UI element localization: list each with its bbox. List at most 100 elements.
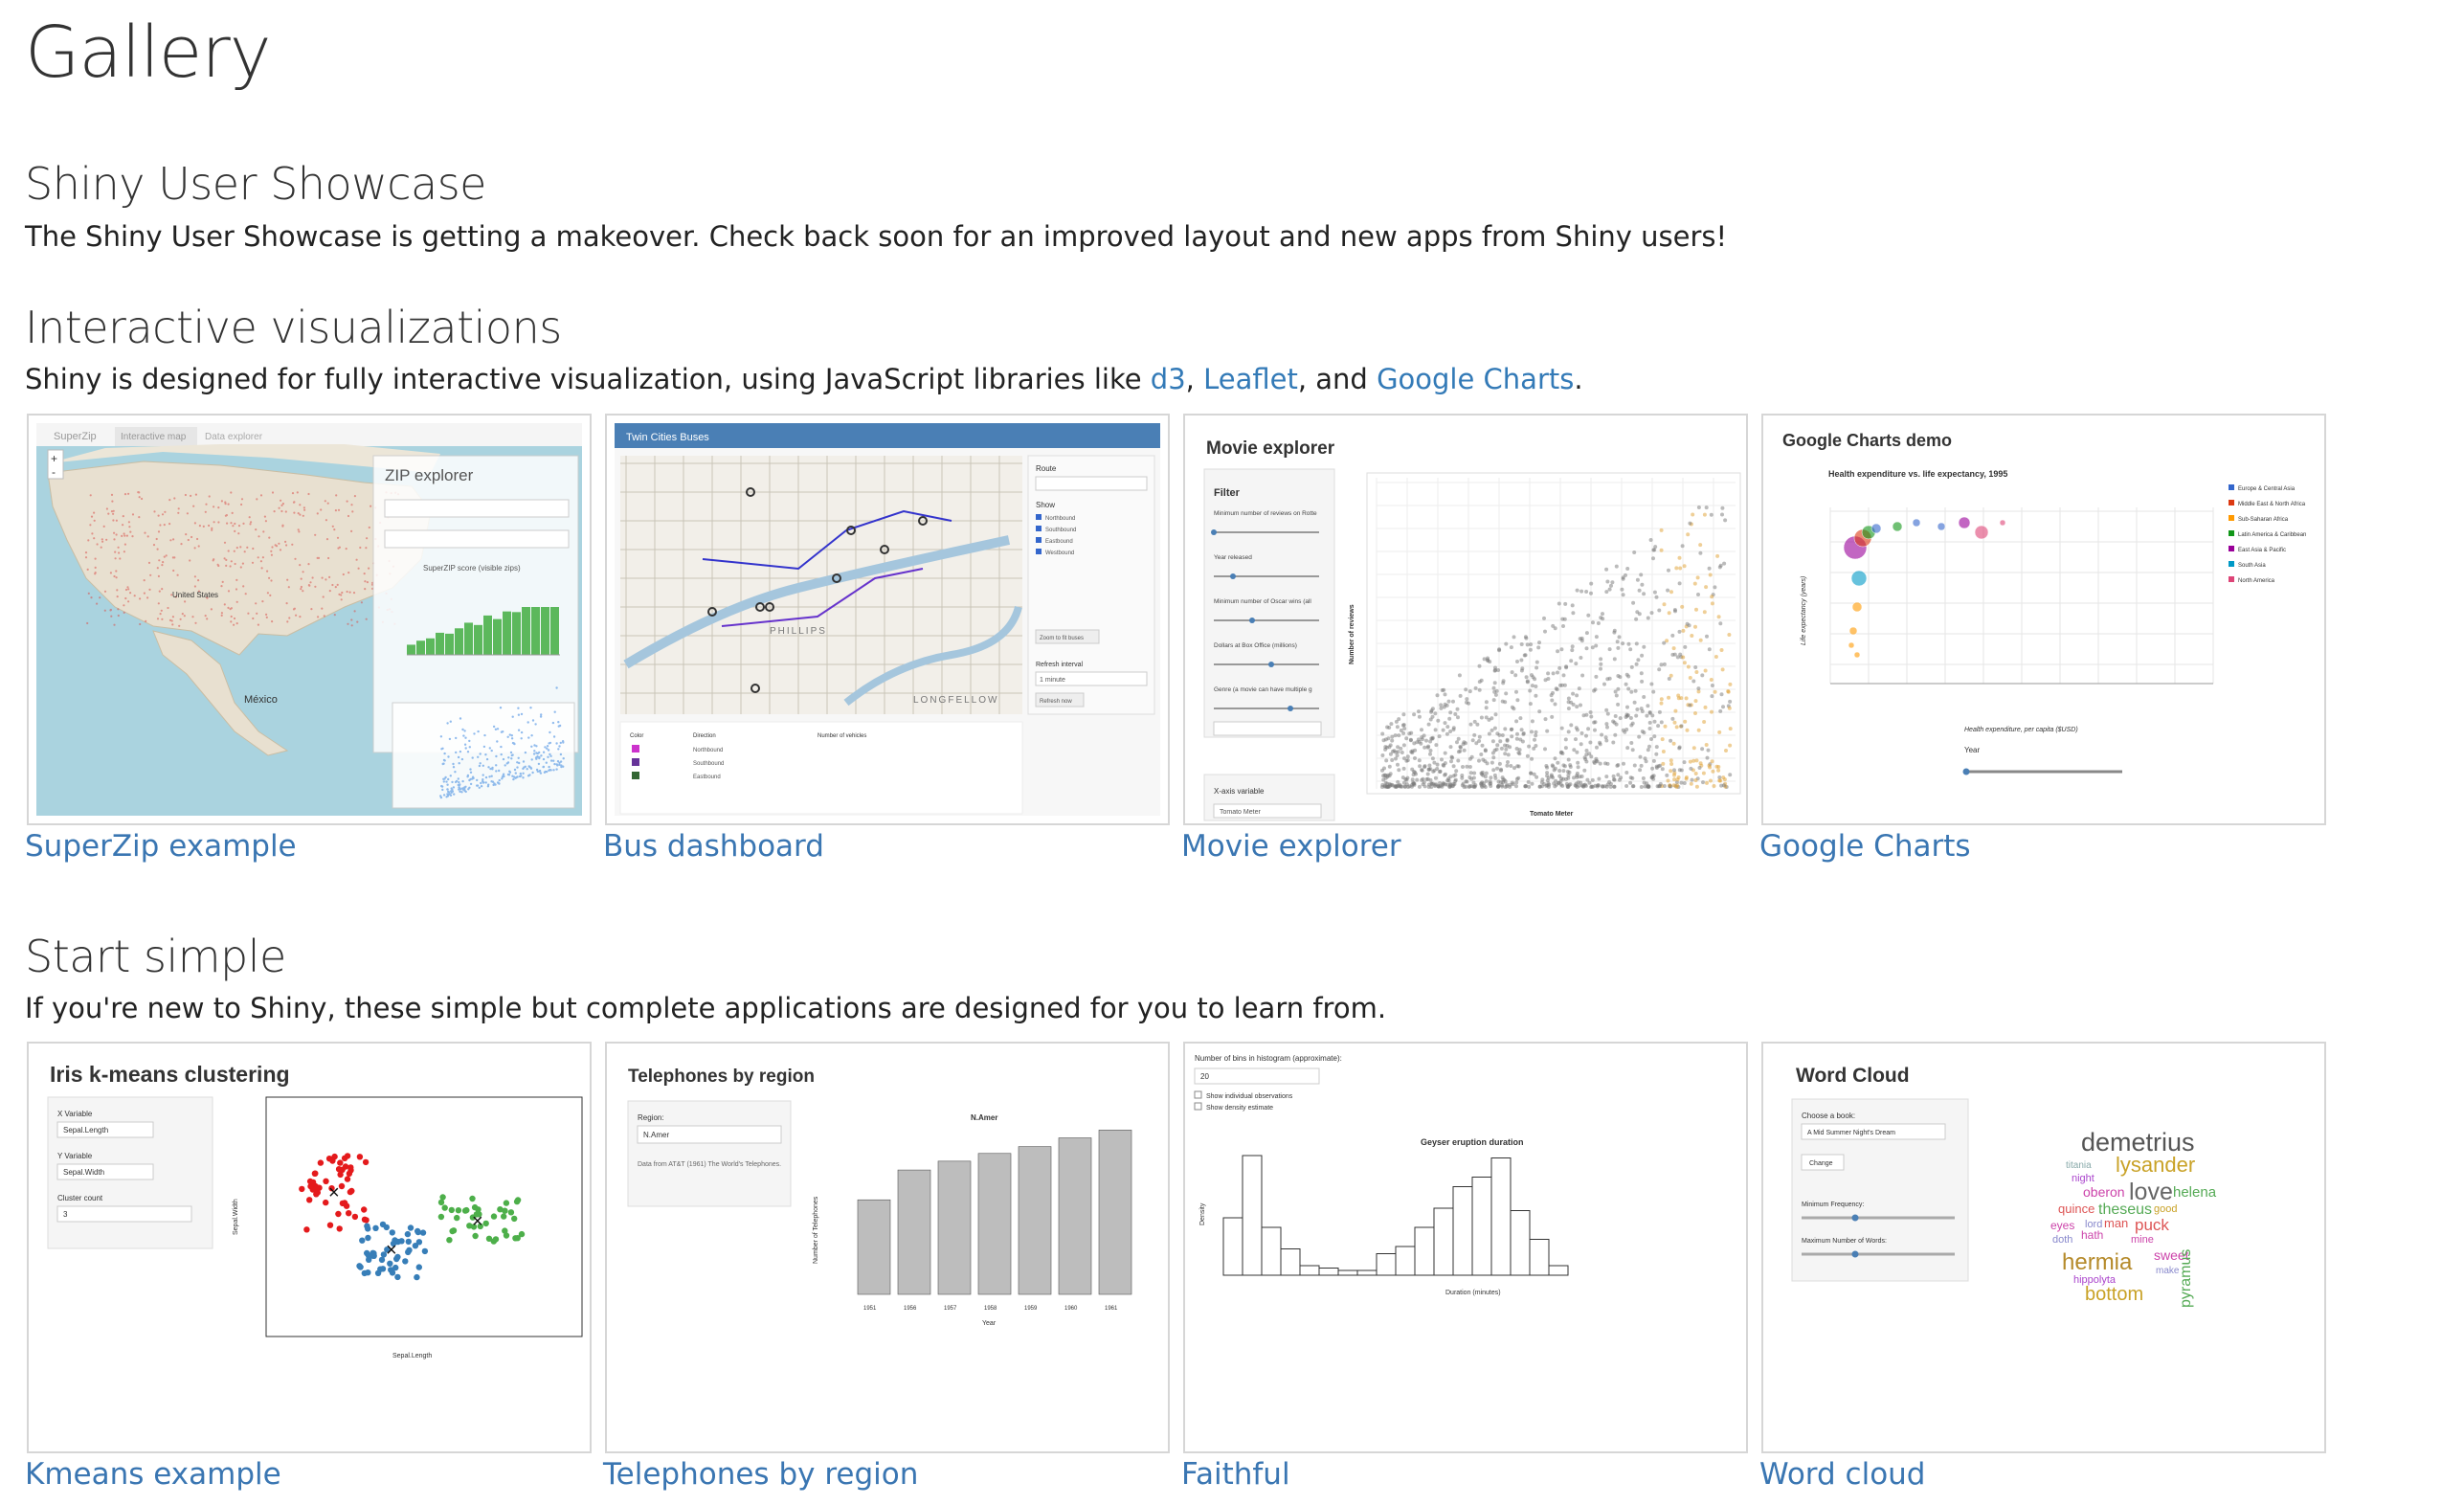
phones-year-label: 1957 <box>944 1306 957 1312</box>
kmeans-y-axis: Sepal.Width <box>233 1199 239 1235</box>
kmeans-thumbnail[interactable]: Iris k-means clustering X Variable Sepal… <box>27 1042 592 1453</box>
svg-text:-: - <box>52 465 56 479</box>
page-title: Gallery <box>25 11 272 94</box>
movie-explorer-thumbnail[interactable]: Movie explorer Filter Minimum number of … <box>1183 414 1748 825</box>
svg-text:make: make <box>2156 1266 2180 1276</box>
change-button-label: Change <box>1809 1160 1833 1167</box>
region-label: Region: <box>638 1113 664 1122</box>
gcharts-x-axis: Health expenditure, per capita ($USD) <box>1964 727 2078 733</box>
min-frequency-handle[interactable] <box>1851 1214 1859 1222</box>
phones-year-label: 1951 <box>863 1306 877 1312</box>
kmeans-title: Iris k-means clustering <box>50 1062 290 1087</box>
phones-year-label: 1958 <box>984 1306 997 1312</box>
svg-text:Genre (a movie can have multip: Genre (a movie can have multiple g <box>1214 686 1312 693</box>
tab-data-explorer[interactable]: Data explorer <box>205 432 263 442</box>
word-cloud-image: demetrius lysander titania night oberon … <box>2050 1128 2217 1308</box>
year-label: Year <box>1964 746 1981 754</box>
density-label: Show density estimate <box>1206 1105 1273 1112</box>
movie-explorer-link[interactable]: Movie explorer <box>1181 829 1401 864</box>
kmeans-link[interactable]: Kmeans example <box>25 1457 281 1492</box>
observations-checkbox[interactable] <box>1194 1090 1202 1099</box>
route-label: Route <box>1036 464 1057 473</box>
max-words-handle[interactable] <box>1851 1250 1859 1258</box>
svg-text:night: night <box>2072 1173 2094 1184</box>
histogram-label: SuperZIP score (visible zips) <box>423 564 521 573</box>
x-variable-value: Sepal.Length <box>63 1126 108 1134</box>
show-label: Show <box>1036 501 1055 509</box>
svg-text:Middle East & North Africa: Middle East & North Africa <box>2238 502 2306 507</box>
svg-text:doth: doth <box>2052 1234 2072 1246</box>
svg-text:quince: quince <box>2058 1202 2094 1216</box>
bus-dashboard-link[interactable]: Bus dashboard <box>603 829 824 864</box>
movie-title: Movie explorer <box>1206 438 1335 459</box>
faithful-thumbnail[interactable]: Number of bins in histogram (approximate… <box>1183 1042 1748 1453</box>
svg-text:oberon: oberon <box>2083 1184 2125 1200</box>
book-value: A Mid Summer Night's Dream <box>1807 1130 1895 1136</box>
area-phillips: PHILLIPS <box>770 626 827 637</box>
movie-y-axis: Number of reviews <box>1349 604 1355 664</box>
svg-text:Eastbound: Eastbound <box>1045 539 1073 545</box>
svg-text:hermia: hermia <box>2062 1249 2133 1275</box>
max-words-label: Maximum Number of Words: <box>1802 1238 1887 1245</box>
svg-text:East Asia & Pacific: East Asia & Pacific <box>2238 548 2286 553</box>
svg-text:eyes: eyes <box>2050 1219 2074 1232</box>
year-slider-handle[interactable] <box>1962 768 1970 775</box>
wordcloud-link[interactable]: Word cloud <box>1759 1457 1925 1492</box>
phones-x-axis: Year <box>982 1320 997 1327</box>
observations-label: Show individual observations <box>1206 1093 1293 1100</box>
svg-text:titania: titania <box>2066 1160 2092 1171</box>
svg-text:×: × <box>472 1211 483 1232</box>
cluster-count-value: 3 <box>63 1210 68 1219</box>
min-frequency-label: Minimum Frequency: <box>1802 1202 1864 1208</box>
tab-interactive-map[interactable]: Interactive map <box>121 432 187 442</box>
wordcloud-thumbnail[interactable]: Word Cloud Choose a book: A Mid Summer N… <box>1761 1042 2326 1453</box>
superzip-link[interactable]: SuperZip example <box>25 829 297 864</box>
bins-select[interactable] <box>1194 1067 1320 1085</box>
svg-text:hath: hath <box>2081 1228 2103 1242</box>
d3-link[interactable]: d3 <box>1151 363 1186 395</box>
refresh-now-label: Refresh now <box>1040 699 1072 705</box>
tab-superzip[interactable]: SuperZip <box>54 431 97 442</box>
svg-text:Southbound: Southbound <box>1045 528 1076 533</box>
google-charts-example-link[interactable]: Google Charts <box>1759 829 1971 864</box>
superzip-thumbnail[interactable]: SuperZip Interactive map Data explorer +… <box>27 414 592 825</box>
phones-bar <box>1098 1130 1132 1295</box>
faithful-chart-title: Geyser eruption duration <box>1421 1137 1524 1147</box>
telephones-link[interactable]: Telephones by region <box>603 1457 918 1492</box>
phones-y-axis: Number of Telephones <box>813 1196 819 1264</box>
filter-label: Filter <box>1214 487 1241 499</box>
refresh-label: Refresh interval <box>1036 662 1083 668</box>
route-select[interactable] <box>1035 476 1148 491</box>
area-longfellow: LONGFELLOW <box>913 695 998 706</box>
gcharts-y-axis: Life expectancy (years) <box>1801 576 1807 645</box>
svg-text:Europe & Central Asia: Europe & Central Asia <box>2238 486 2296 492</box>
refresh-value: 1 minute <box>1040 677 1065 684</box>
cluster-count-input[interactable] <box>56 1205 192 1223</box>
gallery-page: Gallery Shiny User Showcase The Shiny Us… <box>0 0 2464 1505</box>
svg-text:Latin America & Caribbean: Latin America & Caribbean <box>2238 532 2306 538</box>
faithful-link[interactable]: Faithful <box>1181 1457 1290 1492</box>
wordcloud-title: Word Cloud <box>1796 1065 1910 1087</box>
genre-select[interactable] <box>1213 721 1322 736</box>
svg-text:×: × <box>386 1240 397 1261</box>
simple-heading: Start simple <box>25 931 286 982</box>
region-value: N.Amer <box>643 1131 669 1139</box>
x-variable-label: X Variable <box>57 1110 93 1118</box>
density-checkbox[interactable] <box>1194 1102 1202 1111</box>
svg-text:Color: Color <box>630 733 643 739</box>
phones-year-label: 1956 <box>904 1306 917 1312</box>
svg-text:Eastbound: Eastbound <box>693 775 721 780</box>
y-variable-value: Sepal.Width <box>63 1168 104 1177</box>
telephones-thumbnail[interactable]: Telephones by region Region: N.Amer Data… <box>605 1042 1170 1453</box>
xvar-value: Tomato Meter <box>1220 809 1261 816</box>
showcase-heading: Shiny User Showcase <box>25 158 486 210</box>
book-label: Choose a book: <box>1802 1112 1855 1120</box>
google-charts-link[interactable]: Google Charts <box>1377 363 1574 395</box>
svg-text:Northbound: Northbound <box>1045 516 1075 522</box>
map-label-usa: United States <box>172 591 218 599</box>
svg-text:Minimum number of Oscar wins (: Minimum number of Oscar wins (all <box>1214 598 1311 605</box>
google-charts-thumbnail[interactable]: Google Charts demo Health expenditure vs… <box>1761 414 2326 825</box>
bus-dashboard-thumbnail[interactable]: Twin Cities Buses PHILLIPS LONGFELLOW Ro… <box>605 414 1170 825</box>
svg-text:Direction: Direction <box>693 733 716 739</box>
leaflet-link[interactable]: Leaflet <box>1203 363 1298 395</box>
